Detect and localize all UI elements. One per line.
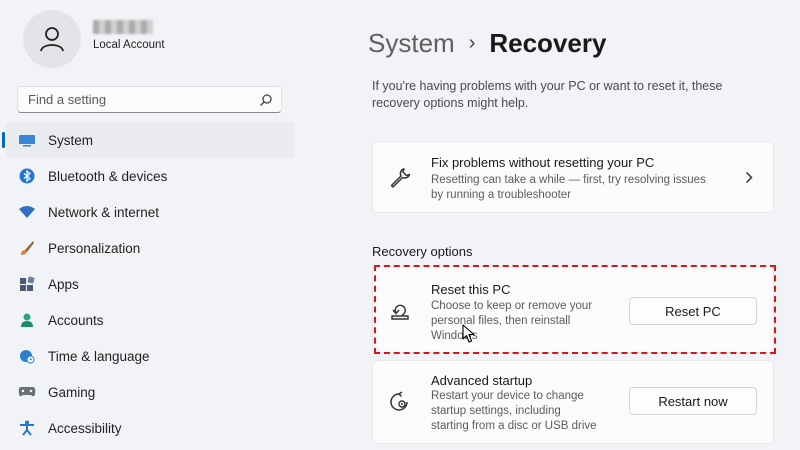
sidebar-item-accessibility[interactable]: Accessibility (0, 410, 295, 446)
globe-clock-icon (18, 347, 36, 365)
sidebar-nav: System Bluetooth & devices Network & int… (0, 122, 295, 446)
reset-pc-card: Reset this PC Choose to keep or remove y… (372, 266, 774, 353)
advanced-startup-desc-line1: Restart your device to change (431, 390, 584, 402)
sidebar-item-personalization[interactable]: Personalization (0, 230, 295, 266)
sidebar-item-system[interactable]: System (2, 122, 295, 158)
fix-problems-card[interactable]: Fix problems without resetting your PC R… (372, 141, 774, 213)
recovery-options-heading: Recovery options (372, 244, 473, 259)
search-box[interactable] (17, 86, 282, 113)
sidebar-item-time-language[interactable]: Time & language (0, 338, 295, 374)
reset-pc-title: Reset this PC (431, 282, 511, 297)
account-name-redacted (93, 20, 153, 34)
monitor-icon (18, 131, 36, 149)
account-type-label: Local Account (93, 39, 165, 51)
sidebar-item-network[interactable]: Network & internet (0, 194, 295, 230)
wrench-icon (390, 168, 411, 188)
reset-pc-icon (391, 304, 409, 320)
sidebar-item-label: System (48, 132, 94, 148)
sidebar-item-label: Accounts (48, 312, 104, 328)
advanced-startup-desc-line3: starting from a disc or USB drive (431, 420, 597, 432)
sidebar-item-label: Accessibility (48, 420, 122, 436)
sidebar-item-label: Gaming (48, 384, 96, 400)
chevron-right-icon: › (468, 32, 476, 54)
sidebar-item-label: Network & internet (48, 204, 160, 220)
search-input[interactable] (18, 87, 268, 112)
restart-now-button[interactable]: Restart now (629, 387, 757, 415)
breadcrumb: System › Recovery (368, 28, 606, 59)
advanced-startup-card: Advanced startup Restart your device to … (372, 360, 774, 444)
gamepad-icon (18, 383, 36, 401)
reset-pc-desc-line1: Choose to keep or remove your (431, 300, 593, 312)
sidebar-item-bluetooth[interactable]: Bluetooth & devices (0, 158, 295, 194)
fix-problems-desc-line2: by running a troubleshooter (431, 189, 572, 201)
sidebar-item-label: Personalization (48, 240, 141, 256)
sidebar-item-label: Bluetooth & devices (48, 168, 168, 184)
breadcrumb-system[interactable]: System (368, 28, 455, 59)
search-icon[interactable] (259, 93, 273, 107)
page-title: Recovery (489, 28, 607, 58)
avatar[interactable] (23, 10, 81, 68)
sidebar-item-gaming[interactable]: Gaming (0, 374, 295, 410)
intro-text: If you're having problems with your PC o… (372, 79, 723, 110)
person-icon (40, 27, 64, 52)
advanced-startup-icon (390, 391, 408, 411)
sidebar: Local Account System Bluetooth & devices… (0, 0, 300, 450)
advanced-startup-desc-line2: startup settings, including (431, 405, 561, 417)
accessibility-icon (18, 419, 36, 437)
sidebar-item-apps[interactable]: Apps (0, 266, 295, 302)
mouse-cursor-icon (462, 324, 475, 343)
reset-pc-button[interactable]: Reset PC (629, 297, 757, 325)
chevron-right-icon[interactable] (745, 171, 753, 184)
reset-pc-desc-line2: personal files, then reinstall (431, 315, 571, 327)
sidebar-item-accounts[interactable]: Accounts (0, 302, 295, 338)
bluetooth-icon (18, 167, 36, 185)
sidebar-item-label: Time & language (48, 348, 150, 364)
fix-problems-title: Fix problems without resetting your PC (431, 155, 655, 170)
brush-icon (18, 239, 36, 257)
fix-problems-desc-line1: Resetting can take a while — first, try … (431, 174, 706, 186)
person-icon (18, 311, 36, 329)
wifi-icon (18, 203, 36, 221)
advanced-startup-title: Advanced startup (431, 373, 533, 388)
apps-icon (18, 275, 36, 293)
sidebar-item-label: Apps (48, 276, 79, 292)
